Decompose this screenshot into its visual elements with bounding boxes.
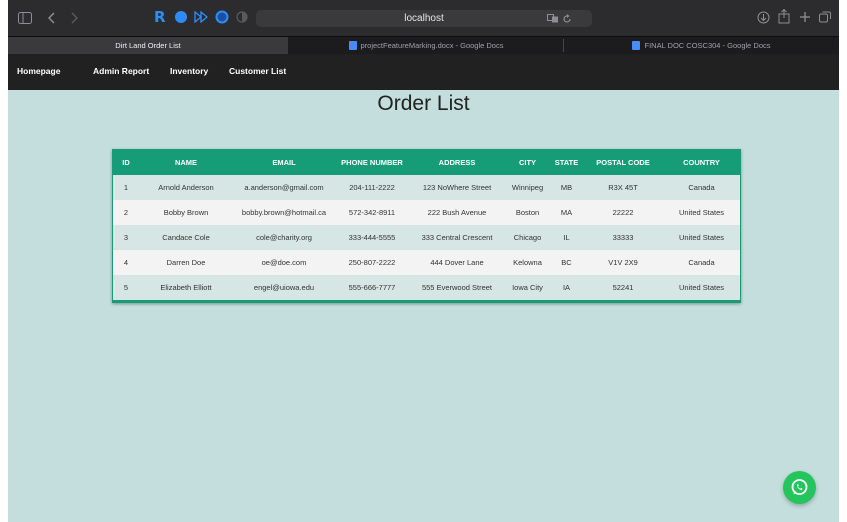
cell-country: Canada bbox=[663, 175, 740, 200]
cell-phone: 204-111-2222 bbox=[335, 175, 409, 200]
tab-overview-icon[interactable] bbox=[819, 11, 831, 23]
whatsapp-chat-button[interactable] bbox=[783, 471, 816, 504]
cell-state: IL bbox=[550, 225, 583, 250]
cell-state: MB bbox=[550, 175, 583, 200]
table-row: 5 Elizabeth Elliott engel@uiowa.edu 555-… bbox=[113, 275, 740, 302]
cell-address: 123 NoWhere Street bbox=[409, 175, 505, 200]
extension-circle-icon[interactable] bbox=[174, 10, 188, 24]
column-header: STATE bbox=[550, 150, 583, 175]
address-text: localhost bbox=[404, 13, 444, 24]
sidebar-toggle-icon[interactable] bbox=[18, 12, 32, 24]
tab-label: FINAL DOC COSC304 - Google Docs bbox=[644, 41, 771, 50]
column-header: PHONE NUMBER bbox=[335, 150, 409, 175]
cell-name: Darren Doe bbox=[139, 250, 233, 275]
cell-postal-code: 33333 bbox=[583, 225, 663, 250]
cell-country: United States bbox=[663, 225, 740, 250]
cell-address: 222 Bush Avenue bbox=[409, 200, 505, 225]
table-row: 1 Arnold Anderson a.anderson@gmail.com 2… bbox=[113, 175, 740, 200]
extension-ring-icon[interactable] bbox=[215, 10, 229, 24]
share-icon[interactable] bbox=[778, 9, 790, 24]
cell-address: 333 Central Crescent bbox=[409, 225, 505, 250]
tab-order-list[interactable]: Dirt Land Order List bbox=[8, 37, 288, 54]
download-icon[interactable] bbox=[757, 11, 770, 24]
column-header: CITY bbox=[505, 150, 550, 175]
nav-admin-report[interactable]: Admin Report bbox=[93, 66, 149, 76]
cell-address: 444 Dover Lane bbox=[409, 250, 505, 275]
cell-email: engel@uiowa.edu bbox=[233, 275, 335, 302]
cell-postal-code: 22222 bbox=[583, 200, 663, 225]
translate-icon[interactable] bbox=[547, 14, 559, 23]
order-table-container: ID NAME EMAIL PHONE NUMBER ADDRESS CITY … bbox=[112, 149, 741, 303]
extension-play-icon[interactable] bbox=[194, 11, 208, 23]
svg-text:R: R bbox=[154, 9, 166, 25]
cell-city: Winnipeg bbox=[505, 175, 550, 200]
tab-bar: Dirt Land Order List projectFeatureMarki… bbox=[8, 36, 839, 54]
table-header-row: ID NAME EMAIL PHONE NUMBER ADDRESS CITY … bbox=[113, 150, 740, 175]
column-header: POSTAL CODE bbox=[583, 150, 663, 175]
cell-country: United States bbox=[663, 200, 740, 225]
cell-name: Arnold Anderson bbox=[139, 175, 233, 200]
cell-email: bobby.brown@hotmail.ca bbox=[233, 200, 335, 225]
tab-project-feature-marking[interactable]: projectFeatureMarking.docx - Google Docs bbox=[289, 37, 563, 54]
cell-address: 555 Everwood Street bbox=[409, 275, 505, 302]
browser-toolbar: R localhost bbox=[8, 0, 839, 36]
privacy-shield-icon[interactable] bbox=[236, 11, 248, 23]
cell-city: Chicago bbox=[505, 225, 550, 250]
cell-state: IA bbox=[550, 275, 583, 302]
cell-state: MA bbox=[550, 200, 583, 225]
main-content: Order List ID NAME EMAIL PHONE NUMBER AD… bbox=[8, 90, 839, 522]
back-icon[interactable] bbox=[48, 12, 56, 24]
cell-postal-code: R3X 45T bbox=[583, 175, 663, 200]
cell-id: 5 bbox=[113, 275, 139, 302]
order-table: ID NAME EMAIL PHONE NUMBER ADDRESS CITY … bbox=[113, 150, 740, 302]
address-bar[interactable]: localhost bbox=[256, 10, 592, 27]
cell-phone: 572-342-8911 bbox=[335, 200, 409, 225]
cell-email: a.anderson@gmail.com bbox=[233, 175, 335, 200]
docs-icon bbox=[632, 40, 641, 50]
cell-state: BC bbox=[550, 250, 583, 275]
cell-city: Boston bbox=[505, 200, 550, 225]
docs-icon bbox=[348, 40, 357, 50]
nav-customer-list[interactable]: Customer List bbox=[229, 66, 286, 76]
column-header: NAME bbox=[139, 150, 233, 175]
reload-icon[interactable] bbox=[562, 14, 572, 24]
cell-id: 4 bbox=[113, 250, 139, 275]
table-row: 2 Bobby Brown bobby.brown@hotmail.ca 572… bbox=[113, 200, 740, 225]
cell-name: Elizabeth Elliott bbox=[139, 275, 233, 302]
table-row: 4 Darren Doe oe@doe.com 250-807-2222 444… bbox=[113, 250, 740, 275]
new-tab-icon[interactable] bbox=[799, 11, 811, 23]
cell-phone: 555-666-7777 bbox=[335, 275, 409, 302]
cell-id: 2 bbox=[113, 200, 139, 225]
table-row: 3 Candace Cole cole@charity.org 333-444-… bbox=[113, 225, 740, 250]
column-header: ID bbox=[113, 150, 139, 175]
cell-country: United States bbox=[663, 275, 740, 302]
cell-id: 1 bbox=[113, 175, 139, 200]
column-header: COUNTRY bbox=[663, 150, 740, 175]
column-header: ADDRESS bbox=[409, 150, 505, 175]
nav-homepage[interactable]: Homepage bbox=[17, 66, 60, 76]
cell-postal-code: V1V 2X9 bbox=[583, 250, 663, 275]
page-title: Order List bbox=[377, 92, 470, 115]
extension-r-icon[interactable]: R bbox=[153, 9, 167, 25]
tab-label: projectFeatureMarking.docx - Google Docs bbox=[360, 41, 504, 50]
cell-email: cole@charity.org bbox=[233, 225, 335, 250]
tab-final-doc[interactable]: FINAL DOC COSC304 - Google Docs bbox=[564, 37, 839, 54]
forward-icon[interactable] bbox=[70, 12, 78, 24]
column-header: EMAIL bbox=[233, 150, 335, 175]
cell-id: 3 bbox=[113, 225, 139, 250]
whatsapp-icon bbox=[791, 479, 808, 495]
cell-name: Bobby Brown bbox=[139, 200, 233, 225]
cell-country: Canada bbox=[663, 250, 740, 275]
site-navbar: Homepage Admin Report Inventory Customer… bbox=[8, 54, 839, 90]
browser-window: R localhost Dirt Land Order List project… bbox=[8, 0, 839, 522]
cell-phone: 333-444-5555 bbox=[335, 225, 409, 250]
cell-email: oe@doe.com bbox=[233, 250, 335, 275]
tab-label: Dirt Land Order List bbox=[115, 41, 181, 50]
cell-city: Iowa City bbox=[505, 275, 550, 302]
cell-name: Candace Cole bbox=[139, 225, 233, 250]
nav-inventory[interactable]: Inventory bbox=[170, 66, 208, 76]
cell-phone: 250-807-2222 bbox=[335, 250, 409, 275]
cell-postal-code: 52241 bbox=[583, 275, 663, 302]
cell-city: Kelowna bbox=[505, 250, 550, 275]
